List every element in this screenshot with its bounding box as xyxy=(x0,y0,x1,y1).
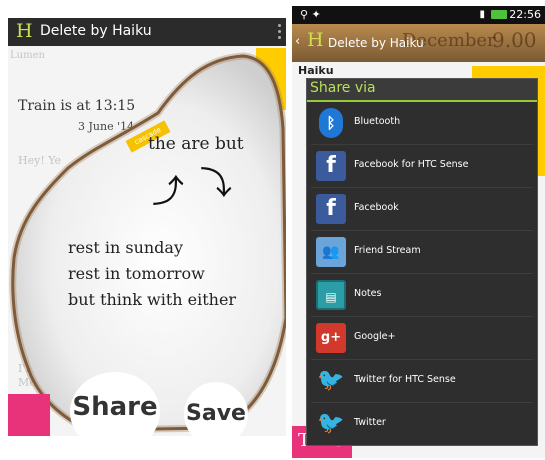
back-icon[interactable]: ‹ xyxy=(295,34,300,49)
share-item-label: Twitter xyxy=(354,417,386,428)
twitter-icon: 🐦 xyxy=(317,368,345,393)
poem-line: but think with either xyxy=(68,290,237,309)
share-item-bluetooth[interactable]: ᛒ Bluetooth xyxy=(307,102,537,144)
poem-line: rest in tomorrow xyxy=(68,264,205,283)
share-item-notes[interactable]: ▤ Notes xyxy=(307,274,537,316)
facebook-icon: f xyxy=(316,194,346,224)
arrow-down-icon: ⤵ xyxy=(200,164,233,202)
status-bar: ⚲ ✦ ▮ 22:56 xyxy=(292,6,545,24)
share-item-label: Twitter for HTC Sense xyxy=(354,374,456,385)
dialog-title: Share via xyxy=(310,80,376,96)
app-logo: H xyxy=(307,29,324,51)
notes-icon: ▤ xyxy=(316,280,346,310)
section-label: Haiku xyxy=(298,64,334,77)
share-item-label: Friend Stream xyxy=(354,245,421,256)
share-item-twitter[interactable]: 🐦 Twitter xyxy=(307,403,537,445)
app-title: Delete by Haiku xyxy=(328,36,424,50)
background-number: 9.00 xyxy=(492,28,537,52)
poem-line: rest in sunday xyxy=(68,238,183,257)
share-item-label: Notes xyxy=(354,288,382,299)
share-item-facebook[interactable]: f Facebook xyxy=(307,188,537,230)
action-bar: December 9.00 ‹ H Delete by Haiku xyxy=(292,24,545,62)
share-item-friend-stream[interactable]: 👥 Friend Stream xyxy=(307,231,537,273)
signal-icon: ▮ xyxy=(479,9,485,20)
share-item-twitter-htc[interactable]: 🐦 Twitter for HTC Sense xyxy=(307,360,537,402)
share-item-label: Facebook xyxy=(354,202,399,213)
share-item-google-plus[interactable]: g+ Google+ xyxy=(307,317,537,359)
pink-tab xyxy=(8,394,50,436)
usb-icon: ⚲ ✦ xyxy=(300,8,321,21)
share-item-label: Facebook for HTC Sense xyxy=(354,159,469,170)
share-item-label: Google+ xyxy=(354,331,396,342)
left-screen: H Delete by Haiku Lumen Train is at 13:1… xyxy=(8,18,286,436)
friend-stream-icon: 👥 xyxy=(316,237,346,267)
bluetooth-icon: ᛒ xyxy=(319,108,343,138)
twitter-icon: 🐦 xyxy=(317,411,345,436)
right-screen: ⚲ ✦ ▮ 22:56 December 9.00 ‹ H Delete by … xyxy=(292,6,545,458)
poem-line: the are but xyxy=(148,134,244,154)
share-dialog: Share via ᛒ Bluetooth f Facebook for HTC… xyxy=(306,78,538,446)
dialog-header: Share via xyxy=(307,79,537,102)
status-time: 22:56 xyxy=(509,8,541,21)
arrow-up-icon: ⤴ xyxy=(152,172,185,210)
facebook-icon: f xyxy=(316,151,346,181)
share-item-label: Bluetooth xyxy=(354,116,401,127)
battery-icon xyxy=(491,10,507,19)
google-plus-icon: g+ xyxy=(316,323,346,353)
share-item-facebook-htc[interactable]: f Facebook for HTC Sense xyxy=(307,145,537,187)
burnt-paper xyxy=(9,52,286,434)
